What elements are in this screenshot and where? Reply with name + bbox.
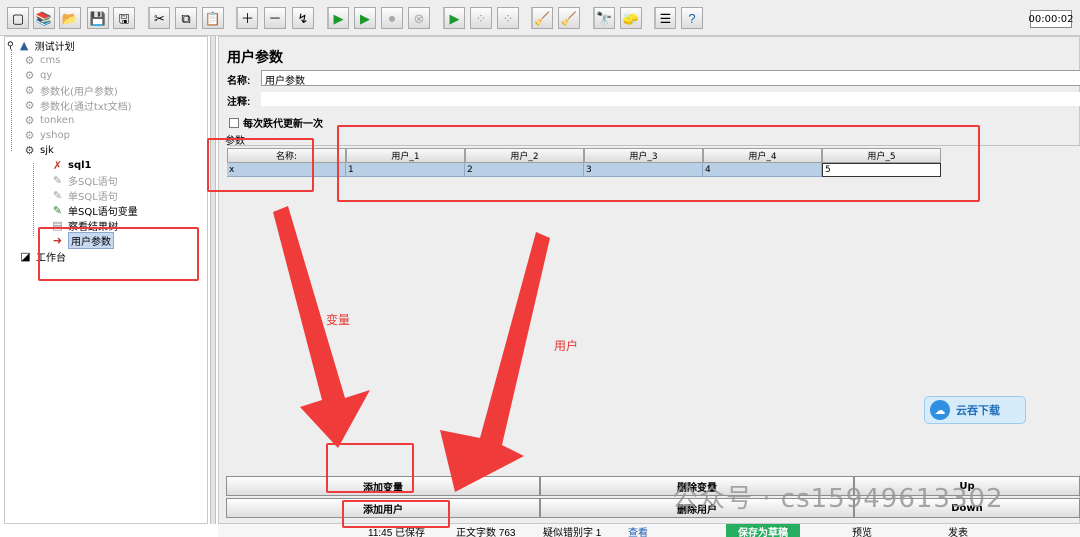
pencil-icon: ✎ <box>52 204 63 217</box>
tree-child-single-sql-var[interactable]: ✎ 单SQL语句变量 <box>51 203 138 218</box>
templates-icon[interactable]: 📚 <box>33 7 55 29</box>
toggle-icon[interactable]: ↯ <box>292 7 314 29</box>
view-link[interactable]: 查看 <box>628 524 648 537</box>
remote-stop-icon[interactable]: ⁘ <box>470 7 492 29</box>
variable-annotation: 变量 <box>326 313 351 327</box>
tree-item-param-txt[interactable]: ⚙ 参数化(通过txt文档) <box>23 98 132 113</box>
comment-field[interactable] <box>261 92 1080 106</box>
test-plan-icon: ▲ <box>19 39 29 52</box>
open-icon[interactable]: 📂 <box>59 7 81 29</box>
gear-icon: ⚙ <box>24 84 35 97</box>
highlight-user-params-node <box>38 227 199 281</box>
expand-icon[interactable]: ＋ <box>236 7 258 29</box>
name-label: 名称: <box>227 76 251 87</box>
copy-icon[interactable]: ⧉ <box>175 7 197 29</box>
save-icon[interactable]: 💾 <box>87 7 109 29</box>
elapsed-timer: 00:00:02 <box>1029 10 1073 28</box>
gear-icon: ⚙ <box>24 144 35 157</box>
wechat-watermark: 公众号 · cs15949613302 <box>672 484 1004 514</box>
name-field[interactable]: 用户参数 <box>261 70 1080 87</box>
highlight-user-columns <box>337 125 980 202</box>
save-draft-button[interactable]: 保存为草稿 <box>726 524 800 537</box>
tree-child-sql1[interactable]: ✗ sql1 <box>51 158 92 173</box>
pencil-icon: ✎ <box>52 174 63 187</box>
highlight-name-header <box>207 138 314 192</box>
pencil-icon: ✎ <box>52 189 63 202</box>
stop-icon[interactable]: ⏺ <box>381 7 403 29</box>
comment-label: 注释: <box>227 97 251 108</box>
clear-all-icon[interactable]: 🧹 <box>558 7 580 29</box>
function-helper-icon[interactable]: ☰ <box>654 7 676 29</box>
preview-button[interactable]: 预览 <box>852 524 872 537</box>
gear-icon: ⚙ <box>24 54 35 67</box>
clear-icon[interactable]: 🧹 <box>531 7 553 29</box>
typo-count: 疑似错别字 1 <box>543 528 602 537</box>
start-icon[interactable]: ▶ <box>327 7 349 29</box>
shutdown-icon[interactable]: ⊗ <box>408 7 430 29</box>
tree-root[interactable]: ⚲ ▲ 测试计划 <box>7 38 75 53</box>
word-count: 正文字数 763 <box>456 528 516 537</box>
highlight-add-user <box>342 500 450 528</box>
gear-icon: ⚙ <box>24 129 35 142</box>
tree-child-single-sql[interactable]: ✎ 单SQL语句 <box>51 188 118 203</box>
update-once-option[interactable]: 每次跌代更新一次 <box>229 115 323 130</box>
cloud-icon: ☁ <box>930 400 950 420</box>
jdbc-sampler-icon: ✗ <box>52 159 63 172</box>
tree-item-cms[interactable]: ⚙ cms <box>23 53 61 68</box>
download-badge: ☁ 云吞下载 <box>924 396 1026 424</box>
tree-item-tonken[interactable]: ⚙ tonken <box>23 113 75 128</box>
page-title: 用户参数 <box>227 49 283 65</box>
tree-item-yshop[interactable]: ⚙ yshop <box>23 128 70 143</box>
help-icon[interactable]: ? <box>681 7 703 29</box>
gear-icon: ⚙ <box>24 69 35 82</box>
collapse-icon[interactable]: － <box>264 7 286 29</box>
tree-item-qy[interactable]: ⚙ qy <box>23 68 53 83</box>
search-icon[interactable]: 🔭 <box>593 7 615 29</box>
publish-button[interactable]: 发表 <box>948 524 968 537</box>
remote-start-icon[interactable]: ▶ <box>443 7 465 29</box>
cut-icon[interactable]: ✂ <box>148 7 170 29</box>
highlight-add-variable <box>326 443 414 493</box>
new-icon[interactable]: ▢ <box>7 7 29 29</box>
tree-item-param-user[interactable]: ⚙ 参数化(用户参数) <box>23 83 118 98</box>
tree-item-sjk[interactable]: ⚙ sjk <box>23 143 54 158</box>
remote-exit-icon[interactable]: ⁘ <box>497 7 519 29</box>
paste-icon[interactable]: 📋 <box>202 7 224 29</box>
workbench-icon: ◪ <box>20 250 31 263</box>
user-annotation: 用户 <box>554 339 579 353</box>
start-no-pause-icon[interactable]: ▶ <box>354 7 376 29</box>
tree-root-label: 测试计划 <box>34 42 75 53</box>
gear-icon: ⚙ <box>24 114 35 127</box>
update-once-checkbox[interactable] <box>229 117 239 128</box>
gear-icon: ⚙ <box>24 99 35 112</box>
reset-search-icon[interactable]: 🧽 <box>620 7 642 29</box>
panel-splitter[interactable] <box>210 36 216 524</box>
save-as-icon[interactable]: 🖫 <box>113 7 135 29</box>
toolbar: ▢ 📚 📂 💾 🖫 ✂ ⧉ 📋 ＋ － ↯ ▶ ▶ ⏺ ⊗ ▶ ⁘ ⁘ 🧹 🧹 … <box>0 0 1080 36</box>
tree-child-multi-sql[interactable]: ✎ 多SQL语句 <box>51 173 118 188</box>
